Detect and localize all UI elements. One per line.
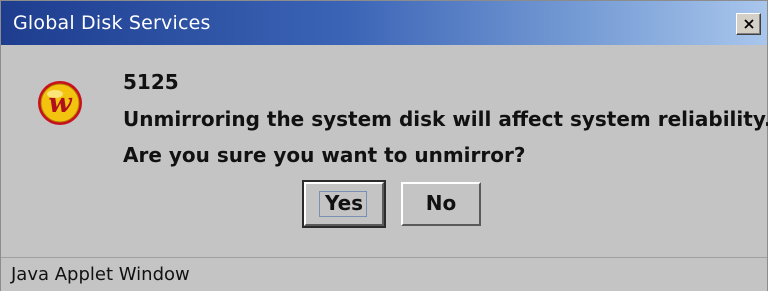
status-text: Java Applet Window	[11, 264, 190, 285]
focus-indicator	[319, 191, 367, 217]
window-title: Global Disk Services	[13, 12, 211, 34]
dialog-window: Global Disk Services w 5125 Unmirroring …	[0, 0, 768, 291]
yes-button[interactable]: Yes	[302, 180, 386, 228]
no-button[interactable]: No	[401, 182, 481, 226]
message-text-line2: Are you sure you want to unmirror?	[123, 143, 526, 167]
close-button[interactable]	[736, 13, 761, 35]
app-logo-icon: w	[38, 81, 82, 125]
no-button-label: No	[425, 191, 457, 215]
status-bar: Java Applet Window	[1, 257, 767, 291]
message-code: 5125	[123, 70, 179, 94]
title-bar[interactable]: Global Disk Services	[1, 1, 767, 45]
message-text-line1: Unmirroring the system disk will affect …	[123, 107, 768, 131]
app-logo-letter: w	[48, 88, 73, 119]
dialog-content: w 5125 Unmirroring the system disk will …	[1, 46, 768, 256]
close-icon	[744, 19, 754, 29]
